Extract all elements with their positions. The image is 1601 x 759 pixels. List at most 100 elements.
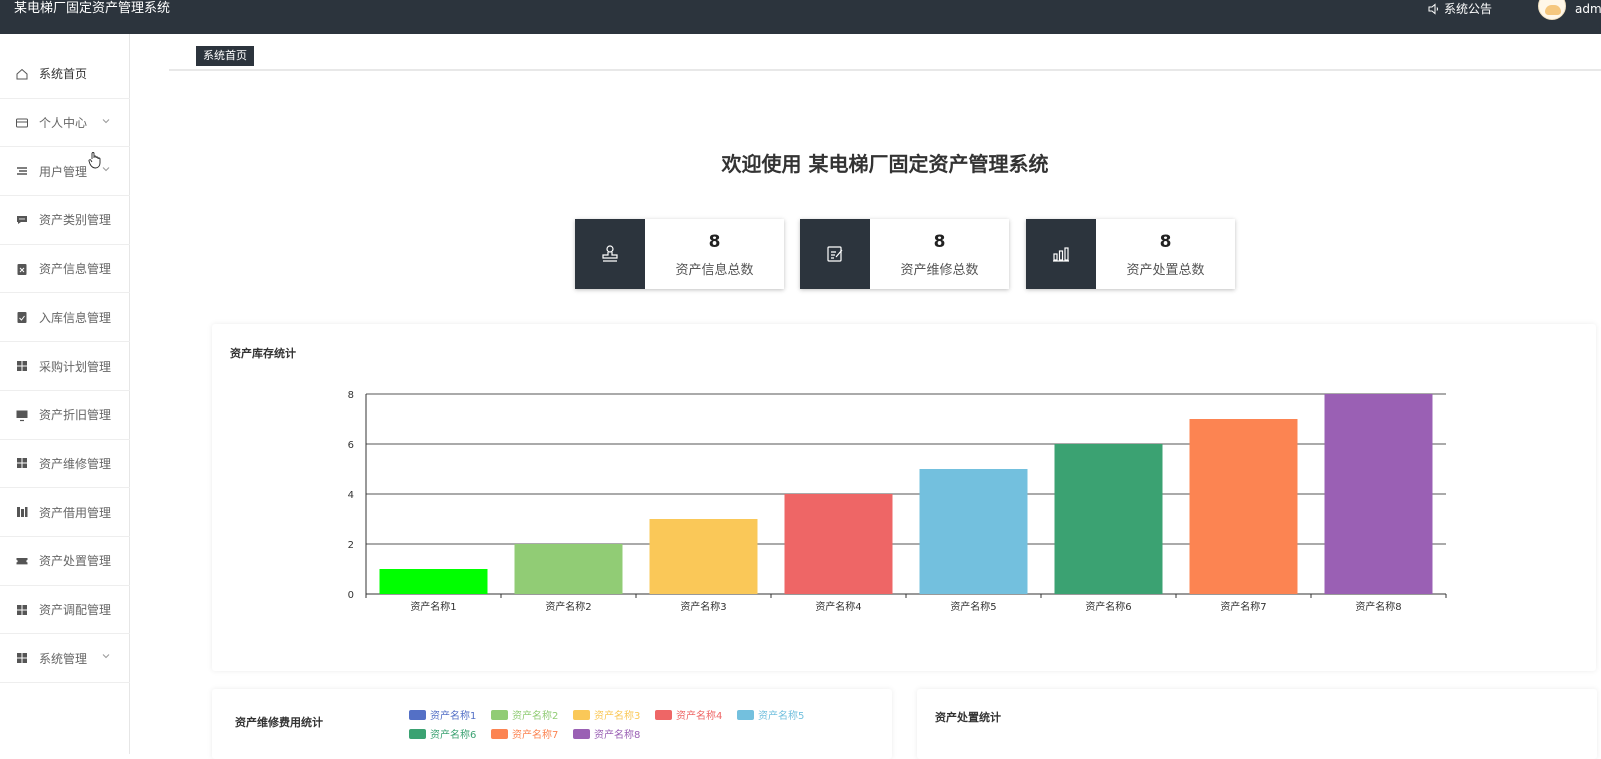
breadcrumb-home[interactable]: 系统首页 xyxy=(196,46,254,66)
sidebar-item-label: 资产借用管理 xyxy=(39,505,112,520)
legend-item[interactable]: 资产名称6 xyxy=(409,726,483,741)
legend-swatch xyxy=(573,709,590,720)
y-tick-label: 8 xyxy=(348,390,354,401)
grid-icon xyxy=(17,458,27,469)
legend-swatch xyxy=(491,728,508,739)
chevron-down-icon xyxy=(102,167,110,172)
x-tick-label: 资产名称8 xyxy=(1355,600,1401,613)
grid-icon xyxy=(17,604,27,615)
monitor-icon xyxy=(16,410,28,421)
disposal-panel xyxy=(917,689,1597,759)
y-tick-label: 2 xyxy=(348,540,354,551)
legend-item[interactable]: 资产名称1 xyxy=(409,707,483,722)
legend-label: 资产名称3 xyxy=(594,711,641,722)
avatar[interactable] xyxy=(1538,0,1566,20)
bar xyxy=(649,519,758,594)
sidebar-item-label: 系统管理 xyxy=(39,651,88,666)
inventory-bar-chart: 0 2 4 6 8 资产名称1 资产名称2 资产名称3 资产名称4 资产名称5 资产名称6 资产名称7… xyxy=(348,390,1447,613)
chat-icon xyxy=(17,215,27,224)
bar xyxy=(379,569,488,594)
speaker-icon xyxy=(1428,3,1438,15)
legend-item[interactable]: 资产名称2 xyxy=(491,707,565,722)
x-tick-label: 资产名称2 xyxy=(545,600,591,613)
clipboard-check-icon xyxy=(17,312,27,324)
sidebar-item[interactable]: 入库信息管理 xyxy=(0,294,130,343)
home-icon xyxy=(16,68,28,80)
sidebar-item[interactable]: 资产折旧管理 xyxy=(0,391,130,440)
legend-label: 资产名称5 xyxy=(758,711,805,722)
legend-swatch xyxy=(573,728,590,739)
bar xyxy=(784,494,893,594)
bar xyxy=(919,469,1028,594)
legend-label: 资产名称8 xyxy=(594,730,641,741)
sidebar-item[interactable]: 采购计划管理 xyxy=(0,342,130,391)
sidebar-item-label: 资产折旧管理 xyxy=(39,408,112,423)
notice-button[interactable]: 系统公告 xyxy=(1428,0,1492,18)
top-bar: 某电梯厂固定资产管理系统 系统公告 adm xyxy=(0,0,1601,34)
chevron-down-icon xyxy=(102,118,110,123)
sidebar-item-label: 资产处置管理 xyxy=(39,554,112,569)
edit-doc-icon xyxy=(827,246,843,262)
legend-item[interactable]: 资产名称7 xyxy=(491,726,565,741)
sidebar-item[interactable]: 系统管理 xyxy=(0,634,130,684)
app-title: 某电梯厂固定资产管理系统 xyxy=(14,1,171,16)
stat-card-disposals: 8 资产处置总数 xyxy=(1026,219,1235,289)
stat-value: 8 xyxy=(708,231,721,252)
bar-chart-icon xyxy=(1053,247,1069,262)
stat-card-repairs: 8 资产维修总数 xyxy=(800,219,1009,289)
x-tick-label: 资产名称3 xyxy=(680,600,726,613)
disposal-title: 资产处置统计 xyxy=(935,711,1001,724)
bar xyxy=(1324,394,1433,594)
bar xyxy=(514,544,623,594)
sidebar-item[interactable]: 资产处置管理 xyxy=(0,537,130,586)
legend-swatch xyxy=(491,709,508,720)
sidebar-item[interactable]: 资产维修管理 xyxy=(0,440,130,489)
sidebar-item[interactable]: 资产借用管理 xyxy=(0,488,130,537)
breadcrumb: 系统首页 xyxy=(169,34,1601,71)
grid-icon xyxy=(17,653,27,664)
sidebar: 系统首页个人中心用户管理资产类别管理资产信息管理入库信息管理采购计划管理资产折旧… xyxy=(0,34,130,754)
notice-label: 系统公告 xyxy=(1444,2,1493,16)
sidebar-item-label: 资产类别管理 xyxy=(39,213,112,228)
columns-icon xyxy=(17,507,28,518)
card-icon xyxy=(16,118,28,128)
legend-label: 资产名称6 xyxy=(430,730,477,741)
sidebar-item-label: 系统首页 xyxy=(39,67,88,82)
clipboard-x-icon xyxy=(17,263,27,275)
legend-swatch xyxy=(655,709,672,720)
sidebar-item-label: 入库信息管理 xyxy=(39,310,112,325)
sidebar-item[interactable]: 资产类别管理 xyxy=(0,196,130,245)
legend-swatch xyxy=(409,709,426,720)
list-icon xyxy=(17,167,27,175)
sidebar-item[interactable]: 用户管理 xyxy=(0,147,130,197)
sidebar-item[interactable]: 个人中心 xyxy=(0,99,130,148)
stamp-icon xyxy=(602,245,618,262)
y-tick-label: 6 xyxy=(348,440,354,451)
sidebar-item-label: 资产维修管理 xyxy=(39,456,112,471)
welcome-title: 欢迎使用 某电梯厂固定资产管理系统 xyxy=(721,152,1049,176)
stat-value: 8 xyxy=(1159,231,1172,252)
y-tick-label: 4 xyxy=(348,490,354,501)
bar xyxy=(1054,444,1163,594)
legend-swatch xyxy=(409,728,426,739)
sidebar-item-label: 个人中心 xyxy=(39,116,88,131)
y-tick-label: 0 xyxy=(348,590,354,601)
legend-swatch xyxy=(737,709,754,720)
x-tick-label: 资产名称6 xyxy=(1085,600,1131,613)
sidebar-item-label: 资产调配管理 xyxy=(39,603,112,618)
sidebar-item[interactable]: 资产调配管理 xyxy=(0,586,130,635)
legend-item[interactable]: 资产名称3 xyxy=(573,707,647,722)
sidebar-item[interactable]: 资产信息管理 xyxy=(0,245,130,294)
legend-label: 资产名称1 xyxy=(430,711,477,722)
legend-item[interactable]: 资产名称5 xyxy=(737,707,811,722)
stat-label: 资产信息总数 xyxy=(675,262,754,278)
legend-label: 资产名称4 xyxy=(676,711,723,722)
legend-label: 资产名称7 xyxy=(512,730,559,741)
grid-icon xyxy=(17,361,27,372)
legend-item[interactable]: 资产名称8 xyxy=(573,726,647,741)
sidebar-item[interactable]: 系统首页 xyxy=(0,50,130,99)
stat-label: 资产维修总数 xyxy=(900,262,979,278)
chevron-down-icon xyxy=(102,654,110,659)
user-name[interactable]: adm xyxy=(1575,0,1601,18)
legend-item[interactable]: 资产名称4 xyxy=(655,707,729,722)
